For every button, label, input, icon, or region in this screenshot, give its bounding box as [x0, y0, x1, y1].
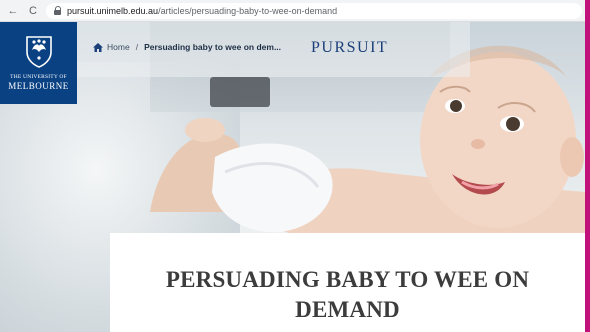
breadcrumb: Home / Persuading baby to wee on dem...: [93, 42, 281, 52]
reload-icon[interactable]: C: [26, 4, 40, 18]
browser-toolbar: ← C pursuit.unimelb.edu.au/articles/pers…: [0, 0, 590, 22]
university-logo[interactable]: THE UNIVERSITY OF MELBOURNE: [0, 22, 77, 104]
side-accent-strip: [585, 0, 590, 332]
logo-line-2: MELBOURNE: [8, 81, 69, 91]
breadcrumb-separator: /: [135, 42, 139, 52]
address-bar[interactable]: pursuit.unimelb.edu.au/articles/persuadi…: [46, 2, 582, 19]
article-title: PERSUADING BABY TO WEE ON DEMAND: [165, 267, 530, 322]
back-icon[interactable]: ←: [6, 4, 20, 18]
home-icon: [93, 42, 103, 52]
url-host: pursuit.unimelb.edu.au: [67, 5, 159, 16]
lock-icon: [54, 6, 62, 15]
breadcrumb-home-link[interactable]: Home: [107, 42, 130, 52]
crest-icon: [25, 36, 52, 68]
logo-line-1: THE UNIVERSITY OF: [10, 74, 67, 80]
pursuit-brand-link[interactable]: PURSUIT: [311, 39, 388, 57]
url-path: /articles/persuading-baby-to-wee-on-dema…: [158, 5, 338, 16]
article-title-card: PERSUADING BABY TO WEE ON DEMAND: [110, 233, 585, 332]
breadcrumb-current: Persuading baby to wee on dem...: [144, 42, 282, 52]
